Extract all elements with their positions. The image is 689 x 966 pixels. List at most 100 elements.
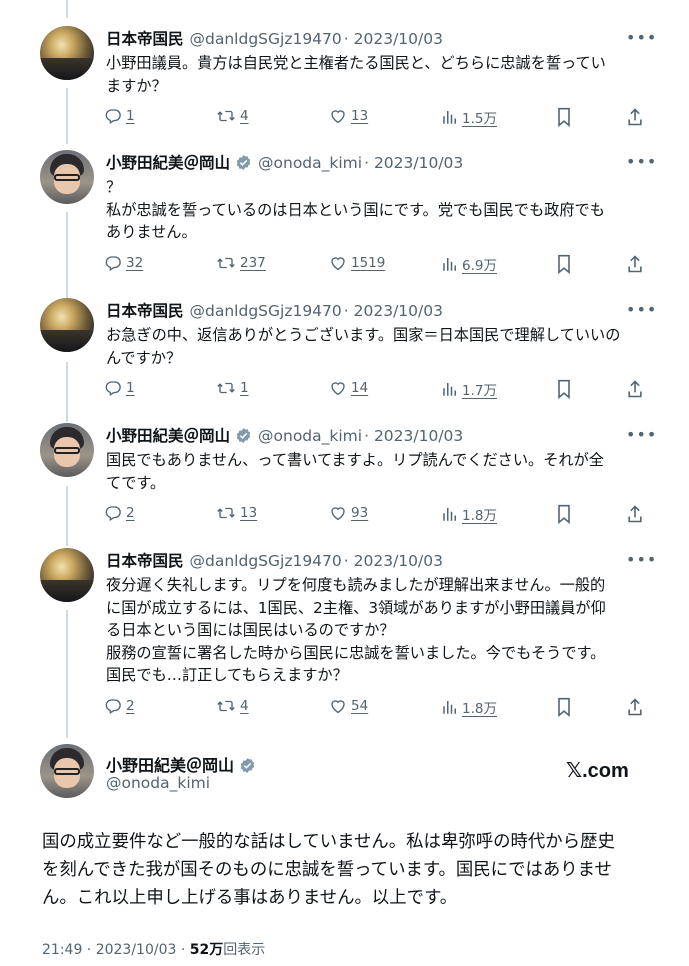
views-icon <box>442 380 458 398</box>
tweet-date[interactable]: · 2023/10/03 <box>344 30 443 48</box>
author-name[interactable]: 小野田紀美＠岡山 <box>106 427 230 445</box>
share-button[interactable] <box>626 379 644 399</box>
share-button[interactable] <box>626 107 644 127</box>
view-count: 52万 <box>189 942 224 958</box>
avatar[interactable] <box>40 744 94 798</box>
share-icon <box>626 254 644 274</box>
tweet-date[interactable]: · 2023/10/03 <box>344 552 443 570</box>
more-icon[interactable]: ••• <box>626 550 657 569</box>
like-button[interactable]: 54 <box>329 697 368 715</box>
retweet-count: 13 <box>240 505 258 521</box>
views-count: 6.9万 <box>462 257 497 274</box>
retweet-icon <box>216 379 236 397</box>
views-button[interactable]: 1.7万 <box>442 379 497 399</box>
more-icon[interactable]: ••• <box>626 28 657 47</box>
author-handle[interactable]: @onoda_kimi <box>106 774 210 792</box>
reply-button[interactable]: 1 <box>104 379 135 397</box>
like-count: 1519 <box>351 254 386 271</box>
like-icon <box>329 379 347 397</box>
main-tweet-line: を刻んできた我が国そのものに忠誠を誓っています。国民にではありませ <box>42 860 612 880</box>
reply-button[interactable]: 1 <box>104 107 135 125</box>
tweet-date[interactable]: · 2023/10/03 <box>364 154 463 172</box>
views-count: 1.5万 <box>462 111 497 127</box>
retweet-icon <box>216 697 236 715</box>
views-icon <box>442 698 458 716</box>
retweet-icon <box>216 504 236 522</box>
like-count: 54 <box>351 697 369 714</box>
like-button[interactable]: 13 <box>329 107 368 125</box>
author-name[interactable]: 小野田紀美＠岡山 <box>106 154 230 172</box>
reply-button[interactable]: 2 <box>104 504 135 522</box>
author-handle[interactable]: @danldgSGjz19470 <box>190 302 342 320</box>
avatar[interactable] <box>40 423 94 477</box>
views-button[interactable]: 1.5万 <box>442 107 497 127</box>
retweet-button[interactable]: 4 <box>216 697 249 715</box>
more-icon[interactable]: ••• <box>626 425 657 444</box>
tweet-text-line: ？ <box>106 178 122 196</box>
author-name-text[interactable]: 小野田紀美＠岡山 <box>106 756 234 775</box>
tweet-text-line: 夜分遅く失礼します。リプを何度も読みましたが理解出来ません。一般的 <box>106 576 606 594</box>
like-count: 14 <box>351 380 369 396</box>
avatar[interactable] <box>40 26 94 80</box>
retweet-button[interactable]: 1 <box>216 379 249 397</box>
author-handle[interactable]: @danldgSGjz19470 <box>190 552 342 570</box>
reply-icon <box>104 697 122 715</box>
share-button[interactable] <box>626 504 644 524</box>
reply-count: 2 <box>126 505 135 521</box>
avatar[interactable] <box>40 150 94 204</box>
views-button[interactable]: 1.8万 <box>442 504 497 524</box>
reply-count: 2 <box>126 697 135 714</box>
main-tweet-text: 国の成立要件など一般的な話はしていません。私は卑弥呼の時代から歴史 を刻んできた… <box>42 828 652 912</box>
tweet-text-line: 小野田議員。貴方は自民党と主権者たる国民と、どちらに忠誠を誓ってい <box>106 54 606 72</box>
bookmark-icon <box>555 107 573 127</box>
bookmark-button[interactable] <box>555 107 573 127</box>
retweet-button[interactable]: 237 <box>216 254 266 272</box>
author-handle[interactable]: @onoda_kimi <box>258 427 362 445</box>
tweet-footer: 21:49 · 2023/10/03 · 52万回表示 <box>42 939 265 959</box>
reply-button[interactable]: 32 <box>104 254 143 272</box>
tweet-date[interactable]: · 2023/10/03 <box>344 302 443 320</box>
bookmark-button[interactable] <box>555 504 573 524</box>
author-name[interactable]: 日本帝国民 <box>106 552 184 570</box>
more-icon[interactable]: ••• <box>626 152 657 171</box>
reply-icon <box>104 379 122 397</box>
share-button[interactable] <box>626 697 644 717</box>
reply-count: 32 <box>126 254 144 271</box>
reply-button[interactable]: 2 <box>104 697 135 715</box>
retweet-button[interactable]: 4 <box>216 107 249 125</box>
avatar[interactable] <box>40 298 94 352</box>
retweet-button[interactable]: 13 <box>216 504 257 522</box>
bookmark-button[interactable] <box>555 697 573 717</box>
share-button[interactable] <box>626 254 644 274</box>
like-button[interactable]: 93 <box>329 504 368 522</box>
avatar[interactable] <box>40 548 94 602</box>
like-button[interactable]: 1519 <box>329 254 385 272</box>
more-icon[interactable]: ••• <box>626 300 657 319</box>
reply-icon <box>104 254 122 272</box>
retweet-count: 237 <box>240 254 266 271</box>
views-count: 1.7万 <box>462 383 497 399</box>
reply-icon <box>104 504 122 522</box>
tweet-date[interactable]: · 2023/10/03 <box>364 427 463 445</box>
main-tweet-line: ん。これ以上申し上げる事はありません。以上です。 <box>42 888 458 908</box>
tweet-text: 小野田議員。貴方は自民党と主権者たる国民と、どちらに忠誠を誓ってい ますか？ <box>106 52 651 97</box>
timestamp[interactable]: 21:49 · 2023/10/03 · <box>42 942 190 958</box>
bookmark-icon <box>555 254 573 274</box>
author-name[interactable]: 日本帝国民 <box>106 302 184 320</box>
author-handle[interactable]: @danldgSGjz19470 <box>190 30 342 48</box>
verified-icon <box>235 427 252 450</box>
views-button[interactable]: 6.9万 <box>442 254 497 274</box>
author-name[interactable]: 日本帝国民 <box>106 30 184 48</box>
thread-line <box>66 610 68 738</box>
tweet-text: お急ぎの中、返信ありがとうございます。国家＝日本国民で理解していいの んですか？ <box>106 324 651 369</box>
bookmark-button[interactable] <box>555 379 573 399</box>
x-com-logo: 𝕏.com <box>566 760 629 782</box>
like-button[interactable]: 14 <box>329 379 368 397</box>
thread-line <box>66 0 68 18</box>
tweet-text: 夜分遅く失礼します。リプを何度も読みましたが理解出来ません。一般的 に国が成立する… <box>106 574 651 687</box>
share-icon <box>626 697 644 717</box>
bookmark-button[interactable] <box>555 254 573 274</box>
retweet-count: 1 <box>240 380 249 396</box>
author-handle[interactable]: @onoda_kimi <box>258 154 362 172</box>
views-button[interactable]: 1.8万 <box>442 697 497 717</box>
